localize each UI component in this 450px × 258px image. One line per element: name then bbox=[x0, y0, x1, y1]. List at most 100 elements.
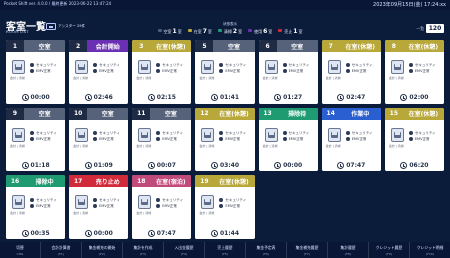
room-checks: セキュリティ EMV正常 bbox=[408, 62, 436, 74]
room-timer-text: 00:00 bbox=[30, 94, 50, 102]
room-card[interactable]: 3 在室(休憩) 会計 | 清掃 セキュリティ EMV正常 02:15 bbox=[132, 40, 192, 104]
check-bullet-icon bbox=[282, 130, 287, 135]
room-card[interactable]: 9 空室 会計 | 清掃 セキュリティ EMV正常 01:18 bbox=[6, 107, 66, 172]
room-card[interactable]: 8 在室(休憩) 会計 | 清掃 セキュリティ EMV正常 02:00 bbox=[384, 40, 444, 104]
check-label: EMV正常 bbox=[162, 204, 177, 209]
function-button[interactable]: クレジット履歴 (F9) bbox=[369, 242, 410, 258]
check-bullet-icon bbox=[408, 63, 413, 67]
room-small-label: 会計 | 清掃 bbox=[325, 76, 341, 80]
room-check-item: セキュリティ bbox=[408, 130, 436, 136]
room-check-item: EMV正常 bbox=[30, 68, 57, 74]
room-timer: 01:41 bbox=[195, 91, 255, 104]
view-value-button[interactable]: 120 bbox=[426, 24, 444, 33]
check-bullet-icon bbox=[93, 204, 98, 209]
function-button[interactable]: 入出金履歴 (F4) bbox=[164, 242, 205, 258]
check-label: EMV正常 bbox=[414, 136, 430, 141]
room-timer-text: 02:46 bbox=[93, 94, 113, 102]
room-card[interactable]: 11 空室 会計 | 清掃 セキュリティ EMV正常 00:07 bbox=[132, 107, 192, 172]
room-timer-text: 01:09 bbox=[93, 161, 113, 169]
room-card[interactable]: 17 売り止め 会計 | 清掃 セキュリティ EMV正常 00:00 bbox=[69, 175, 129, 239]
room-small-label: 会計 | 清掃 bbox=[388, 143, 404, 148]
room-card-header: 2 会計開始 bbox=[69, 40, 129, 52]
room-card[interactable]: 2 会計開始 会計 | 清掃 セキュリティ EMV正常 02:46 bbox=[69, 40, 129, 104]
room-timer: 01:18 bbox=[6, 159, 66, 172]
room-number: 11 bbox=[132, 107, 151, 120]
room-number: 9 bbox=[6, 107, 24, 120]
clock-icon bbox=[147, 229, 155, 237]
check-bullet-icon bbox=[219, 198, 224, 203]
function-button[interactable]: 集計を作成 (F3) bbox=[123, 242, 164, 258]
room-check-item: セキュリティ bbox=[156, 130, 183, 136]
function-button-label: 集金補充の開始 bbox=[88, 244, 116, 250]
room-card[interactable]: 5 空室 会計 | 清掃 セキュリティ EMV正常 01:41 bbox=[195, 40, 255, 104]
function-button-key: (F6) bbox=[263, 251, 269, 256]
check-bullet-icon bbox=[345, 136, 350, 141]
room-card[interactable]: 10 空室 会計 | 清掃 セキュリティ EMV正常 01:09 bbox=[69, 107, 129, 172]
check-bullet-icon bbox=[408, 69, 413, 73]
room-check-item: EMV正常 bbox=[408, 68, 436, 74]
room-number: 7 bbox=[321, 40, 340, 52]
room-device-icon bbox=[201, 60, 215, 74]
device-screen-icon bbox=[331, 64, 337, 67]
room-card[interactable]: 12 在室(休憩) 会計 | 清掃 セキュリティ EMV正常 03:40 bbox=[195, 107, 255, 172]
room-timer: 01:09 bbox=[69, 159, 129, 172]
check-label: セキュリティ bbox=[288, 130, 310, 135]
check-bullet-icon bbox=[408, 136, 413, 141]
room-check-item: EMV正常 bbox=[93, 68, 120, 74]
room-card-header: 8 在室(休憩) bbox=[384, 40, 444, 52]
check-label: セキュリティ bbox=[162, 63, 184, 67]
function-button[interactable]: クレジット明細 (F10) bbox=[410, 242, 450, 258]
function-button-label: 入出金履歴 bbox=[174, 244, 194, 250]
function-button[interactable]: 売上履歴 (F5) bbox=[205, 242, 246, 258]
room-timer-text: 00:00 bbox=[93, 229, 113, 237]
legend-item-2: 清掃 2 室 bbox=[217, 28, 242, 35]
room-card[interactable]: 18 在室(宿泊) 会計 | 清掃 セキュリティ EMV正常 07:47 bbox=[132, 175, 192, 239]
room-card[interactable]: 15 在室(休憩) 会計 | 清掃 セキュリティ EMV正常 06:20 bbox=[384, 107, 444, 172]
function-button[interactable]: 集金補充の開始 (F2) bbox=[82, 242, 123, 258]
room-small-label: 会計 | 清掃 bbox=[136, 76, 152, 80]
function-button[interactable]: 会計計算書 (F1) bbox=[41, 242, 82, 258]
room-status: 空室 bbox=[24, 40, 66, 52]
room-number: 12 bbox=[195, 107, 214, 120]
room-card[interactable]: 13 掃除待 会計 | 清掃 セキュリティ EMV正常 00:00 bbox=[258, 107, 318, 172]
room-card[interactable]: 16 掃除中 会計 | 清掃 セキュリティ EMV正常 00:35 bbox=[6, 175, 66, 239]
function-button[interactable]: 集金予定表 (F6) bbox=[246, 242, 287, 258]
room-card-header: 17 売り止め bbox=[69, 175, 129, 188]
room-card[interactable]: 1 空室 会計 | 清掃 セキュリティ EMV正常 00:00 bbox=[6, 40, 66, 104]
check-label: セキュリティ bbox=[351, 130, 373, 135]
room-timer-text: 01:27 bbox=[283, 94, 303, 102]
room-number: 1 bbox=[6, 40, 24, 52]
room-small-label: 会計 | 清掃 bbox=[136, 143, 152, 148]
clock-icon bbox=[337, 94, 345, 102]
function-button[interactable]: 切替 CHG bbox=[0, 242, 41, 258]
room-check-item: セキュリティ bbox=[219, 130, 246, 136]
room-check-item: セキュリティ bbox=[282, 130, 310, 136]
header-right: 一覧 120 bbox=[388, 22, 444, 36]
room-check-item: EMV正常 bbox=[30, 203, 57, 209]
legend-dot bbox=[157, 29, 162, 32]
room-card[interactable]: 6 空室 会計 | 清掃 セキュリティ EMV正常 01:27 bbox=[258, 40, 318, 104]
room-status: 会計開始 bbox=[87, 40, 129, 52]
function-button[interactable]: 集計履歴 (F8) bbox=[328, 242, 369, 258]
legend-dot bbox=[278, 29, 283, 32]
room-card-header: 6 空室 bbox=[258, 40, 318, 52]
check-bullet-icon bbox=[30, 204, 34, 209]
function-button-key: (F3) bbox=[140, 251, 146, 256]
room-check-item: EMV正常 bbox=[345, 68, 373, 74]
room-card-header: 19 在室(休憩) bbox=[195, 175, 255, 188]
room-timer-text: 01:44 bbox=[219, 229, 240, 237]
legend-item-1: 在室 7 室 bbox=[187, 28, 212, 35]
room-device-icon bbox=[201, 127, 215, 142]
legend-unit: 室 bbox=[207, 29, 212, 34]
room-timer: 07:47 bbox=[132, 227, 192, 239]
check-bullet-icon bbox=[93, 130, 98, 135]
device-screen-icon bbox=[79, 131, 85, 135]
check-bullet-icon bbox=[345, 130, 350, 135]
function-button[interactable]: 集金補充履歴 (F7) bbox=[287, 242, 328, 258]
function-button-key: CHG bbox=[16, 251, 24, 256]
room-card[interactable]: 19 在室(休憩) 会計 | 清掃 セキュリティ EMV正常 01:44 bbox=[195, 175, 255, 239]
room-card[interactable]: 14 作業中 会計 | 清掃 セキュリティ EMV正常 07:47 bbox=[321, 107, 381, 172]
clock-icon bbox=[210, 94, 218, 102]
room-status: 空室 bbox=[276, 40, 318, 52]
room-card[interactable]: 7 在室(休憩) 会計 | 清掃 セキュリティ EMV正常 02:47 bbox=[321, 40, 381, 104]
